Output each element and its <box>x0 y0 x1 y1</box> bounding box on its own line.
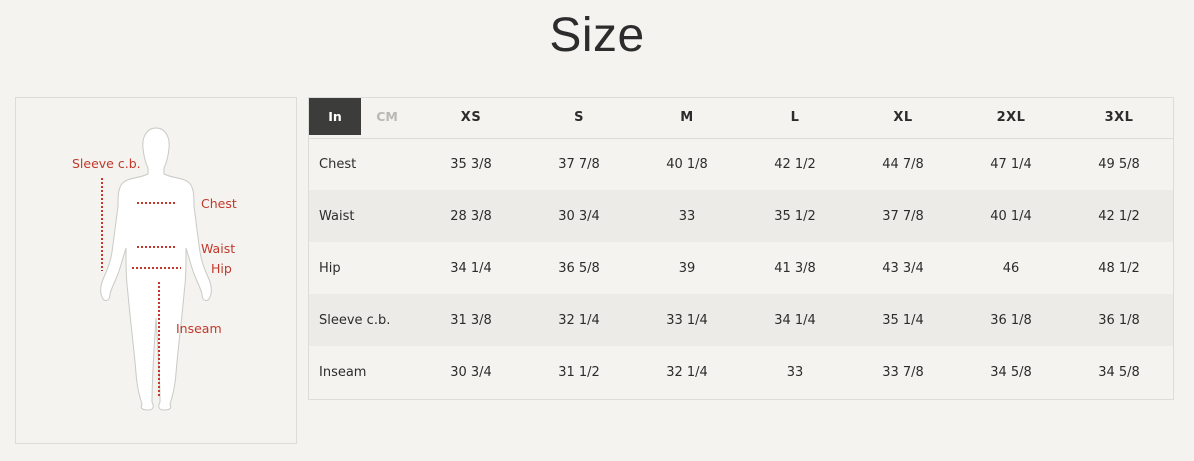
table-cell: 33 <box>678 208 696 224</box>
table-cell: 33 1/4 <box>666 312 708 328</box>
table-cell: 42 1/2 <box>774 156 816 172</box>
row-label-chest: Chest <box>319 156 357 172</box>
size-header-3xl: 3XL <box>1104 110 1134 126</box>
size-header-s: S <box>574 110 584 126</box>
size-header-xl: XL <box>893 110 913 126</box>
table-row: Waist 28 3/8 30 3/4 33 35 1/2 37 7/8 40 … <box>309 190 1173 242</box>
table-cell: 37 7/8 <box>558 156 600 172</box>
table-cell: 37 7/8 <box>882 208 924 224</box>
table-cell: 34 5/8 <box>1098 364 1140 380</box>
table-cell: 33 <box>786 364 804 380</box>
table-cell: 32 1/4 <box>558 312 600 328</box>
table-cell: 35 3/8 <box>450 156 492 172</box>
table-cell: 49 5/8 <box>1098 156 1140 172</box>
row-label-hip: Hip <box>319 260 341 276</box>
table-cell: 36 1/8 <box>990 312 1032 328</box>
inseam-label: Inseam <box>176 321 222 336</box>
table-cell: 36 5/8 <box>558 260 600 276</box>
table-cell: 36 1/8 <box>1098 312 1140 328</box>
table-cell: 33 7/8 <box>882 364 924 380</box>
table-cell: 43 3/4 <box>882 260 924 276</box>
table-cell: 30 3/4 <box>450 364 492 380</box>
table-cell: 34 5/8 <box>990 364 1032 380</box>
row-label-inseam: Inseam <box>319 364 367 380</box>
chest-label: Chest <box>201 196 237 211</box>
table-cell: 35 1/4 <box>882 312 924 328</box>
sleeve-label: Sleeve c.b. <box>72 156 141 171</box>
unit-toggle: In CM <box>309 98 417 136</box>
size-header-2xl: 2XL <box>996 110 1026 126</box>
table-row: Hip 34 1/4 36 5/8 39 41 3/8 43 3/4 46 48… <box>309 242 1173 294</box>
table-cell: 32 1/4 <box>666 364 708 380</box>
size-chart-page: Size Sleeve c.b. Chest Waist Hip Inseam <box>0 0 1194 461</box>
table-cell: 40 1/4 <box>990 208 1032 224</box>
body-figure-panel: Sleeve c.b. Chest Waist Hip Inseam <box>15 97 297 444</box>
table-row: Sleeve c.b. 31 3/8 32 1/4 33 1/4 34 1/4 … <box>309 294 1173 346</box>
table-cell: 28 3/8 <box>450 208 492 224</box>
size-table: In CM XS S M L XL 2XL 3XL Chest 35 3/8 3… <box>309 98 1173 398</box>
unit-in-button[interactable]: In <box>309 98 361 135</box>
size-header-l: L <box>790 110 800 126</box>
table-cell: 46 <box>1002 260 1020 276</box>
table-cell: 47 1/4 <box>990 156 1032 172</box>
size-header-xs: XS <box>460 110 482 126</box>
row-label-waist: Waist <box>319 208 355 224</box>
body-silhouette-icon <box>100 127 212 411</box>
table-cell: 48 1/2 <box>1098 260 1140 276</box>
table-cell: 39 <box>678 260 696 276</box>
table-row: Inseam 30 3/4 31 1/2 32 1/4 33 33 7/8 34… <box>309 346 1173 398</box>
table-cell: 31 1/2 <box>558 364 600 380</box>
table-cell: 35 1/2 <box>774 208 816 224</box>
table-cell: 40 1/8 <box>666 156 708 172</box>
table-cell: 44 7/8 <box>882 156 924 172</box>
table-header-row: In CM XS S M L XL 2XL 3XL <box>309 98 1173 138</box>
unit-toggle-cell: In CM <box>309 98 417 138</box>
table-cell: 41 3/8 <box>774 260 816 276</box>
table-cell: 42 1/2 <box>1098 208 1140 224</box>
table-cell: 34 1/4 <box>450 260 492 276</box>
hip-label: Hip <box>211 261 232 276</box>
unit-cm-button[interactable]: CM <box>361 98 413 135</box>
page-title: Size <box>549 9 645 62</box>
row-label-sleeve: Sleeve c.b. <box>319 312 391 328</box>
table-cell: 34 1/4 <box>774 312 816 328</box>
size-header-m: M <box>680 110 694 126</box>
table-cell: 30 3/4 <box>558 208 600 224</box>
waist-label: Waist <box>201 241 236 256</box>
size-table-container: In CM XS S M L XL 2XL 3XL Chest 35 3/8 3… <box>308 97 1174 400</box>
table-cell: 31 3/8 <box>450 312 492 328</box>
table-row: Chest 35 3/8 37 7/8 40 1/8 42 1/2 44 7/8… <box>309 138 1173 190</box>
